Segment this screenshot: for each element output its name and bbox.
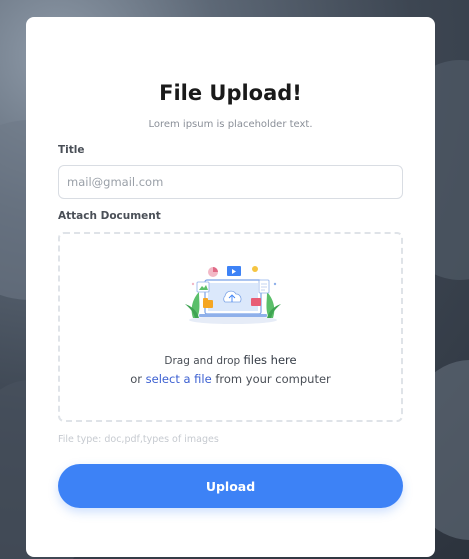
page-subtitle: Lorem ipsum is placeholder text. [148, 119, 313, 130]
drop-suffix-text: from your computer [211, 372, 331, 386]
title-input[interactable] [58, 165, 403, 199]
page-background: File Upload! Lorem ipsum is placeholder … [0, 0, 469, 559]
file-dropzone[interactable]: Drag and drop files here or select a fil… [58, 232, 403, 422]
page-title: File Upload! [159, 81, 302, 105]
attach-document-label: Attach Document [58, 210, 161, 222]
drop-text-small: Drag and drop [164, 355, 244, 367]
upload-card: File Upload! Lorem ipsum is placeholder … [26, 17, 435, 557]
upload-button[interactable]: Upload [58, 464, 403, 508]
drop-select-line: or select a file from your computer [60, 372, 401, 386]
title-label: Title [58, 144, 85, 156]
drop-instructions: Drag and drop files here [60, 353, 401, 367]
select-file-link[interactable]: select a file [146, 372, 212, 386]
drop-or-text: or [130, 372, 146, 386]
upload-illustration-icon [185, 266, 281, 324]
file-type-hint: File type: doc,pdf,types of images [58, 434, 219, 445]
drop-text-big: files here [243, 353, 297, 367]
